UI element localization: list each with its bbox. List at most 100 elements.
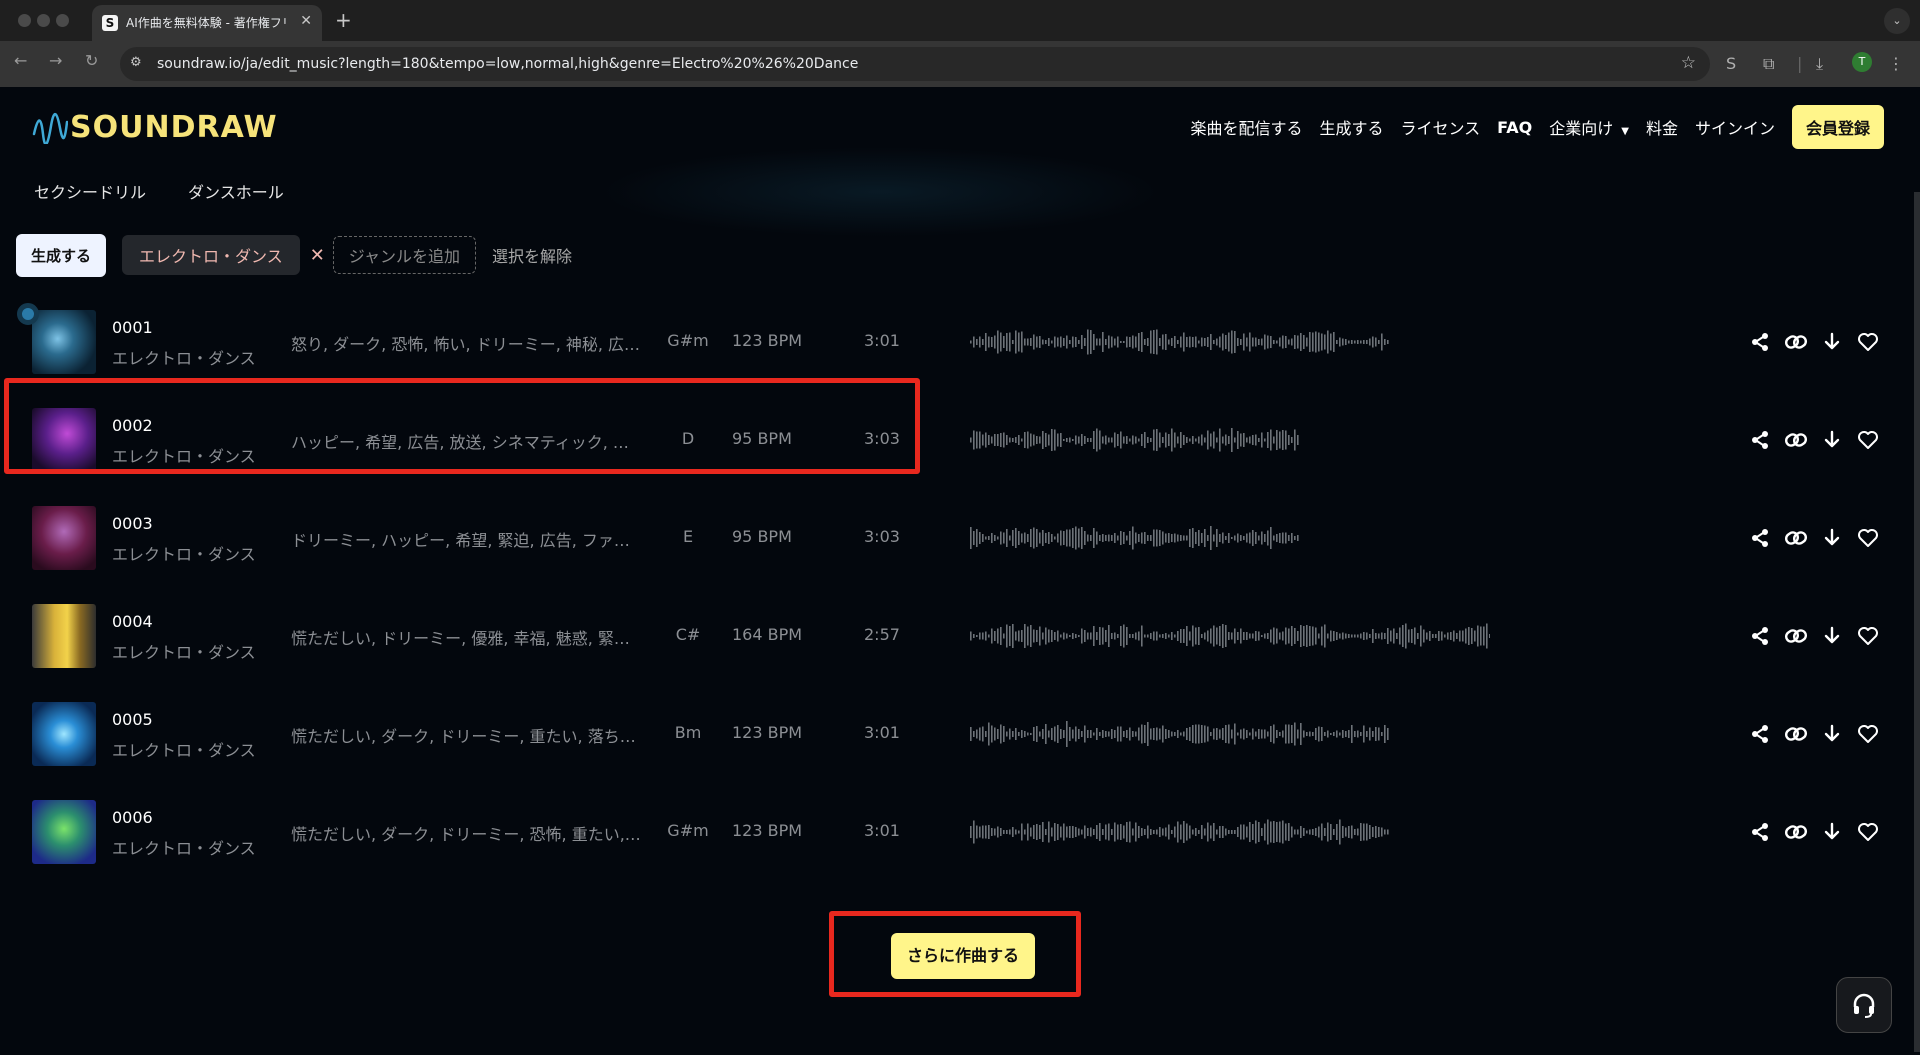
- download-icon[interactable]: [1814, 817, 1850, 847]
- share-icon[interactable]: [1742, 425, 1778, 455]
- track-waveform[interactable]: [970, 709, 1390, 759]
- track-duration: 3:03: [864, 527, 900, 546]
- browser-menu-icon[interactable]: ⋮: [1888, 54, 1904, 73]
- track-duration: 3:01: [864, 723, 900, 742]
- heart-icon[interactable]: [1850, 523, 1886, 553]
- track-row[interactable]: 0005 エレクトロ・ダンス 慌ただしい, ダーク, ドリーミー, 重たい, 落…: [0, 685, 1920, 783]
- nav-signin[interactable]: サインイン: [1695, 115, 1775, 139]
- track-bpm: 164 BPM: [732, 625, 803, 644]
- window-close-dot[interactable]: [18, 14, 31, 27]
- track-artwork[interactable]: [32, 408, 96, 472]
- nav-faq[interactable]: FAQ: [1497, 118, 1532, 137]
- browser-tabbar: S AI作曲を無料体験 - 著作権フリー ✕ + ⌄: [0, 0, 1920, 41]
- genre-chip[interactable]: エレクトロ・ダンス: [122, 235, 300, 275]
- track-tags: 慌ただしい, ダーク, ドリーミー, 重たい, 落ち着いた: [291, 727, 643, 746]
- link-icon[interactable]: [1778, 621, 1814, 651]
- nav-pricing[interactable]: 料金: [1646, 115, 1678, 139]
- add-genre-button[interactable]: ジャンルを追加: [332, 236, 476, 274]
- nav-business[interactable]: 企業向け ▼: [1549, 115, 1629, 139]
- soundraw-logo[interactable]: SOUNDRAW: [32, 107, 278, 147]
- signup-button[interactable]: 会員登録: [1791, 105, 1884, 149]
- generate-button[interactable]: 生成する: [16, 233, 107, 277]
- share-icon[interactable]: [1742, 719, 1778, 749]
- track-number[interactable]: 0002: [112, 416, 153, 435]
- track-row[interactable]: 0003 エレクトロ・ダンス ドリーミー, ハッピー, 希望, 緊迫, 広告, …: [0, 489, 1920, 587]
- extensions-puzzle-icon[interactable]: ⧉: [1763, 54, 1774, 74]
- track-waveform[interactable]: [970, 415, 1300, 465]
- profile-avatar[interactable]: T: [1852, 52, 1872, 72]
- track-number[interactable]: 0006: [112, 808, 153, 827]
- window-zoom-dot[interactable]: [56, 14, 69, 27]
- heart-icon[interactable]: [1850, 719, 1886, 749]
- track-waveform[interactable]: [970, 317, 1390, 367]
- track-number[interactable]: 0003: [112, 514, 153, 533]
- track-number[interactable]: 0005: [112, 710, 153, 729]
- track-number[interactable]: 0001: [112, 318, 153, 337]
- download-icon[interactable]: [1814, 425, 1850, 455]
- page-scrollbar[interactable]: [1914, 192, 1920, 1052]
- browser-tab[interactable]: S AI作曲を無料体験 - 著作権フリー ✕: [92, 5, 322, 41]
- nav-license[interactable]: ライセンス: [1400, 115, 1480, 139]
- clear-selection-button[interactable]: 選択を解除: [492, 243, 572, 267]
- remove-genre-icon[interactable]: ✕: [310, 245, 325, 266]
- tab-search-icon[interactable]: ⌄: [1884, 8, 1910, 34]
- track-waveform[interactable]: [970, 513, 1300, 563]
- heart-icon[interactable]: [1850, 425, 1886, 455]
- downloads-icon[interactable]: ⤓: [1816, 54, 1823, 74]
- share-icon[interactable]: [1742, 621, 1778, 651]
- track-artwork[interactable]: [32, 800, 96, 864]
- subtag-dancehall[interactable]: ダンスホール: [188, 179, 284, 203]
- nav-generate[interactable]: 生成する: [1319, 115, 1383, 139]
- download-icon[interactable]: [1814, 327, 1850, 357]
- track-tags: 怒り, ダーク, 恐怖, 怖い, ドリーミー, 神秘, 広告, 放送: [291, 335, 643, 354]
- link-icon[interactable]: [1778, 817, 1814, 847]
- download-icon[interactable]: [1814, 621, 1850, 651]
- share-icon[interactable]: [1742, 817, 1778, 847]
- download-icon[interactable]: [1814, 719, 1850, 749]
- link-icon[interactable]: [1778, 523, 1814, 553]
- reload-icon[interactable]: ↻: [85, 51, 98, 70]
- selected-indicator: [17, 303, 39, 325]
- nav-business-label: 企業向け: [1549, 119, 1614, 138]
- track-duration: 3:01: [864, 331, 900, 350]
- track-number[interactable]: 0004: [112, 612, 153, 631]
- heart-icon[interactable]: [1850, 327, 1886, 357]
- url-text[interactable]: soundraw.io/ja/edit_music?length=180&tem…: [157, 56, 858, 72]
- track-artwork[interactable]: [32, 702, 96, 766]
- share-icon[interactable]: [1742, 523, 1778, 553]
- heart-icon[interactable]: [1850, 621, 1886, 651]
- forward-icon[interactable]: →: [49, 51, 62, 70]
- back-icon[interactable]: ←: [14, 51, 27, 70]
- link-icon[interactable]: [1778, 719, 1814, 749]
- link-icon[interactable]: [1778, 425, 1814, 455]
- track-row[interactable]: 0004 エレクトロ・ダンス 慌ただしい, ドリーミー, 優雅, 幸福, 魅惑,…: [0, 587, 1920, 685]
- track-genre: エレクトロ・ダンス: [112, 545, 256, 564]
- track-waveform[interactable]: [970, 807, 1390, 857]
- heart-icon[interactable]: [1850, 817, 1886, 847]
- link-icon[interactable]: [1778, 327, 1814, 357]
- background-glow: [600, 147, 1160, 237]
- bookmark-star-icon[interactable]: ☆: [1681, 53, 1696, 73]
- tab-title: AI作曲を無料体験 - 著作権フリー: [126, 16, 286, 30]
- track-artwork[interactable]: [32, 604, 96, 668]
- site-info-icon[interactable]: ⚙: [130, 55, 142, 70]
- subtag-sexy-drill[interactable]: セクシードリル: [34, 179, 146, 203]
- track-artwork[interactable]: [32, 506, 96, 570]
- track-waveform[interactable]: [970, 611, 1490, 661]
- track-row[interactable]: 0001 エレクトロ・ダンス 怒り, ダーク, 恐怖, 怖い, ドリーミー, 神…: [0, 293, 1920, 391]
- new-tab-icon[interactable]: +: [335, 8, 352, 32]
- track-tags: ハッピー, 希望, 広告, 放送, シネマティック, コーポレート: [291, 433, 643, 452]
- track-artwork[interactable]: [32, 310, 96, 374]
- support-button[interactable]: [1836, 977, 1892, 1033]
- compose-more-button[interactable]: さらに作曲する: [891, 933, 1035, 979]
- soundraw-extension-icon[interactable]: S: [1726, 54, 1736, 73]
- address-bar[interactable]: ⚙ soundraw.io/ja/edit_music?length=180&t…: [120, 47, 1710, 81]
- track-tags: ドリーミー, ハッピー, 希望, 緊迫, 広告, ファッション: [291, 531, 643, 550]
- nav-distribute[interactable]: 楽曲を配信する: [1190, 115, 1302, 139]
- window-minimize-dot[interactable]: [37, 14, 50, 27]
- tab-close-icon[interactable]: ✕: [300, 13, 312, 29]
- track-row[interactable]: 0002 エレクトロ・ダンス ハッピー, 希望, 広告, 放送, シネマティック…: [0, 391, 1920, 489]
- share-icon[interactable]: [1742, 327, 1778, 357]
- track-row[interactable]: 0006 エレクトロ・ダンス 慌ただしい, ダーク, ドリーミー, 恐怖, 重た…: [0, 783, 1920, 881]
- download-icon[interactable]: [1814, 523, 1850, 553]
